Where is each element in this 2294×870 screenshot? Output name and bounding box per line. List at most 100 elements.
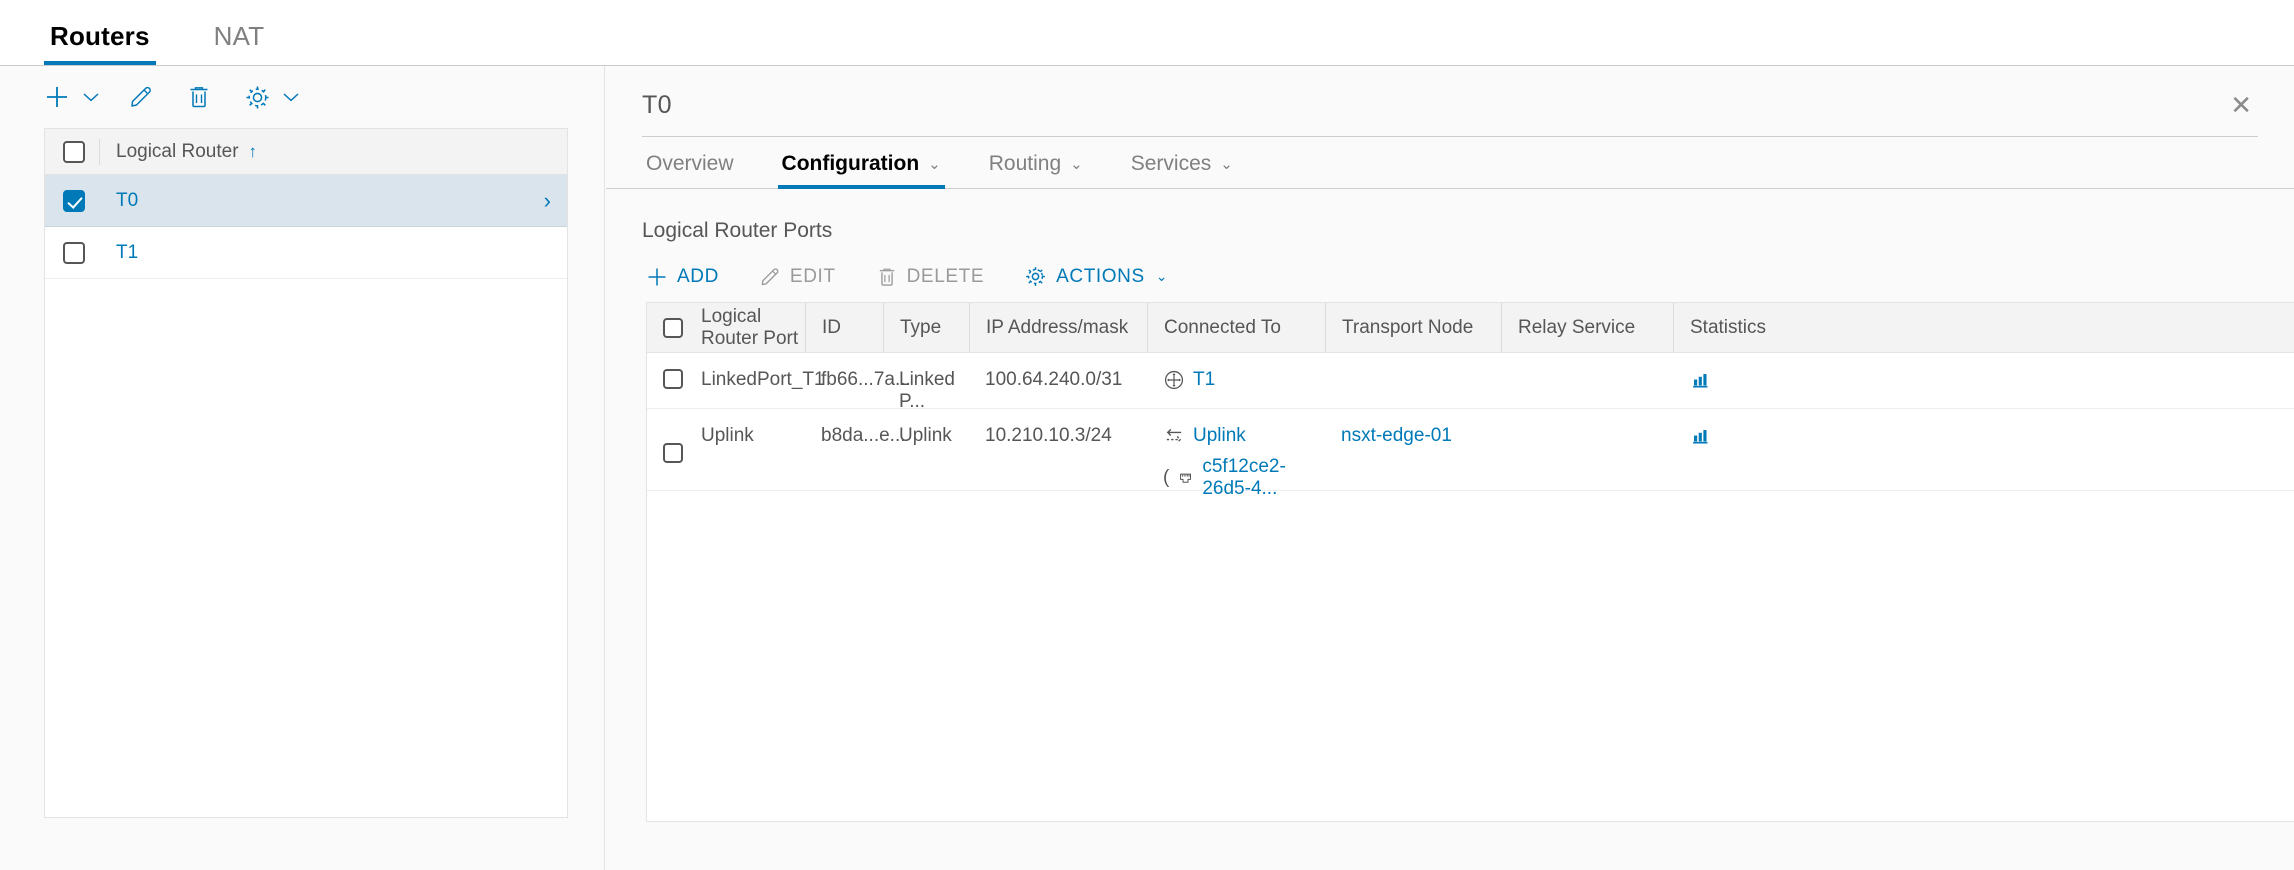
- delete-router-button[interactable]: [178, 76, 220, 118]
- trash-icon: [190, 87, 208, 108]
- cell-transport-node: [1325, 353, 1501, 385]
- add-router-dropdown[interactable]: [78, 76, 104, 118]
- tab-nat[interactable]: NAT: [208, 23, 271, 65]
- cell-transport-node: nsxt-edge-01: [1325, 409, 1501, 463]
- chevron-down-icon: ⌄: [1070, 156, 1083, 173]
- tab-services[interactable]: Services ⌄: [1127, 152, 1237, 188]
- column-header-logical-router-port[interactable]: Logical Router Port: [647, 303, 805, 352]
- port-type: Linked P...: [899, 369, 955, 412]
- bar-chart-icon[interactable]: [1689, 369, 1711, 391]
- row-checkbox-t1[interactable]: [63, 241, 85, 264]
- tab-routers[interactable]: Routers: [44, 23, 156, 65]
- cell-ip-address-mask: 100.64.240.0/31: [969, 353, 1147, 407]
- cell-logical-router-port: LinkedPort_T1: [647, 353, 825, 407]
- router-detail-panel: T0 ✕ Overview Configuration ⌄ Routing ⌄ …: [606, 66, 2294, 870]
- cell-connected-to: Uplink ( c5f12ce2-26d5-4...: [1147, 409, 1325, 516]
- column-header-connected-to[interactable]: Connected To: [1147, 303, 1325, 352]
- row-checkbox-linkedport-t1[interactable]: [663, 369, 683, 389]
- column-label: Statistics: [1690, 316, 1767, 338]
- cell-id: fb66...7a...: [805, 353, 911, 407]
- left-toolbar: [0, 66, 604, 128]
- column-separator: [99, 138, 100, 165]
- tab-routing[interactable]: Routing ⌄: [985, 152, 1087, 188]
- transport-node-link[interactable]: nsxt-edge-01: [1341, 425, 1452, 447]
- ethernet-port-icon: [1180, 473, 1192, 483]
- tab-overview[interactable]: Overview: [642, 152, 738, 188]
- column-header-id[interactable]: ID: [805, 303, 883, 352]
- table-row[interactable]: LinkedPort_T1 fb66...7a... Linked P... 1…: [647, 353, 2294, 412]
- add-port-button[interactable]: ADD: [646, 266, 719, 288]
- cell-type: Uplink: [883, 409, 969, 463]
- tab-configuration[interactable]: Configuration ⌄: [777, 152, 945, 189]
- router-icon: [1164, 370, 1184, 390]
- chevron-down-icon: ⌄: [928, 156, 941, 173]
- ports-toolbar: ADD EDIT DELETE ACTIONS ⌄: [606, 243, 2294, 288]
- port-type: Uplink: [899, 425, 952, 446]
- add-router-button[interactable]: [36, 76, 78, 118]
- delete-port-button[interactable]: DELETE: [876, 266, 985, 288]
- select-all-routers-checkbox[interactable]: [63, 140, 85, 163]
- column-label: Logical Router Port: [701, 305, 799, 349]
- tab-routers-label: Routers: [50, 21, 150, 51]
- cell-connected-to: T1: [1147, 353, 1325, 407]
- table-row[interactable]: T1: [45, 227, 567, 279]
- port-actions-label: ACTIONS: [1056, 265, 1145, 287]
- column-label: Connected To: [1164, 316, 1281, 338]
- select-all-ports-checkbox[interactable]: [663, 317, 683, 338]
- ports-table-header: Logical Router Port ID Type IP Address/m…: [647, 303, 2294, 353]
- sort-ascending-icon[interactable]: ↑: [249, 142, 258, 162]
- edit-port-button[interactable]: EDIT: [759, 266, 836, 288]
- row-checkbox-uplink[interactable]: [663, 443, 683, 463]
- logical-routers-panel: Logical Router ↑ T0 › T1: [0, 66, 605, 870]
- detail-tab-bar: Overview Configuration ⌄ Routing ⌄ Servi…: [606, 137, 2294, 189]
- cell-statistics: [1673, 409, 1783, 463]
- chevron-down-icon: ⌄: [1155, 268, 1169, 284]
- row-checkbox-t0[interactable]: [63, 189, 85, 212]
- bar-chart-icon[interactable]: [1689, 425, 1711, 447]
- column-header-statistics[interactable]: Statistics: [1673, 303, 1783, 352]
- cell-statistics: [1673, 353, 1783, 407]
- cell-id: b8da...e...: [805, 409, 906, 463]
- table-row[interactable]: T0 ›: [45, 175, 567, 227]
- port-name: Uplink: [701, 425, 754, 446]
- port-ip: 100.64.240.0/31: [985, 369, 1123, 390]
- router-name-t1[interactable]: T1: [116, 242, 138, 264]
- router-settings-dropdown[interactable]: [278, 76, 304, 118]
- tab-configuration-label: Configuration: [781, 152, 920, 175]
- tab-nat-label: NAT: [213, 21, 265, 51]
- delete-port-label: DELETE: [906, 265, 985, 287]
- router-name-t0[interactable]: T0: [116, 190, 138, 212]
- cell-relay-service: [1501, 353, 1673, 385]
- column-header-transport-node[interactable]: Transport Node: [1325, 303, 1501, 352]
- chevron-right-icon[interactable]: ›: [544, 188, 551, 214]
- connected-to-link[interactable]: Uplink: [1193, 425, 1246, 447]
- logical-router-ports-table: Logical Router Port ID Type IP Address/m…: [646, 302, 2294, 822]
- cell-ip-address-mask: 10.210.10.3/24: [969, 409, 1147, 463]
- plus-icon: [648, 268, 666, 285]
- add-port-label: ADD: [677, 265, 719, 287]
- column-label: Type: [900, 316, 942, 338]
- gear-icon: [1026, 267, 1045, 286]
- tab-routing-label: Routing: [988, 152, 1062, 175]
- connected-secondary-prefix: (: [1163, 467, 1170, 488]
- port-actions-button[interactable]: ACTIONS ⌄: [1024, 265, 1168, 288]
- cell-logical-router-port: Uplink: [647, 409, 805, 479]
- detail-title-row: T0 ✕: [606, 66, 2294, 120]
- column-label: Transport Node: [1342, 316, 1474, 338]
- gear-icon: [246, 86, 268, 108]
- edit-router-button[interactable]: [120, 76, 162, 118]
- connected-secondary-link[interactable]: c5f12ce2-26d5-4...: [1202, 456, 1325, 500]
- cell-relay-service: [1501, 409, 1673, 441]
- chevron-down-icon: ⌄: [1220, 156, 1233, 173]
- table-row[interactable]: Uplink b8da...e... Uplink 10.210.10.3/24: [647, 409, 2294, 499]
- logical-router-table-header: Logical Router ↑: [45, 129, 567, 175]
- router-settings-button[interactable]: [236, 76, 278, 118]
- column-header-ip-address-mask[interactable]: IP Address/mask: [969, 303, 1147, 352]
- close-icon[interactable]: ✕: [2224, 90, 2258, 120]
- column-header-type[interactable]: Type: [883, 303, 969, 352]
- column-header-relay-service[interactable]: Relay Service: [1501, 303, 1673, 352]
- connected-to-link[interactable]: T1: [1193, 369, 1215, 391]
- column-label: Relay Service: [1518, 316, 1636, 338]
- column-header-logical-router[interactable]: Logical Router: [116, 141, 239, 163]
- top-tab-bar: Routers NAT: [0, 0, 2294, 66]
